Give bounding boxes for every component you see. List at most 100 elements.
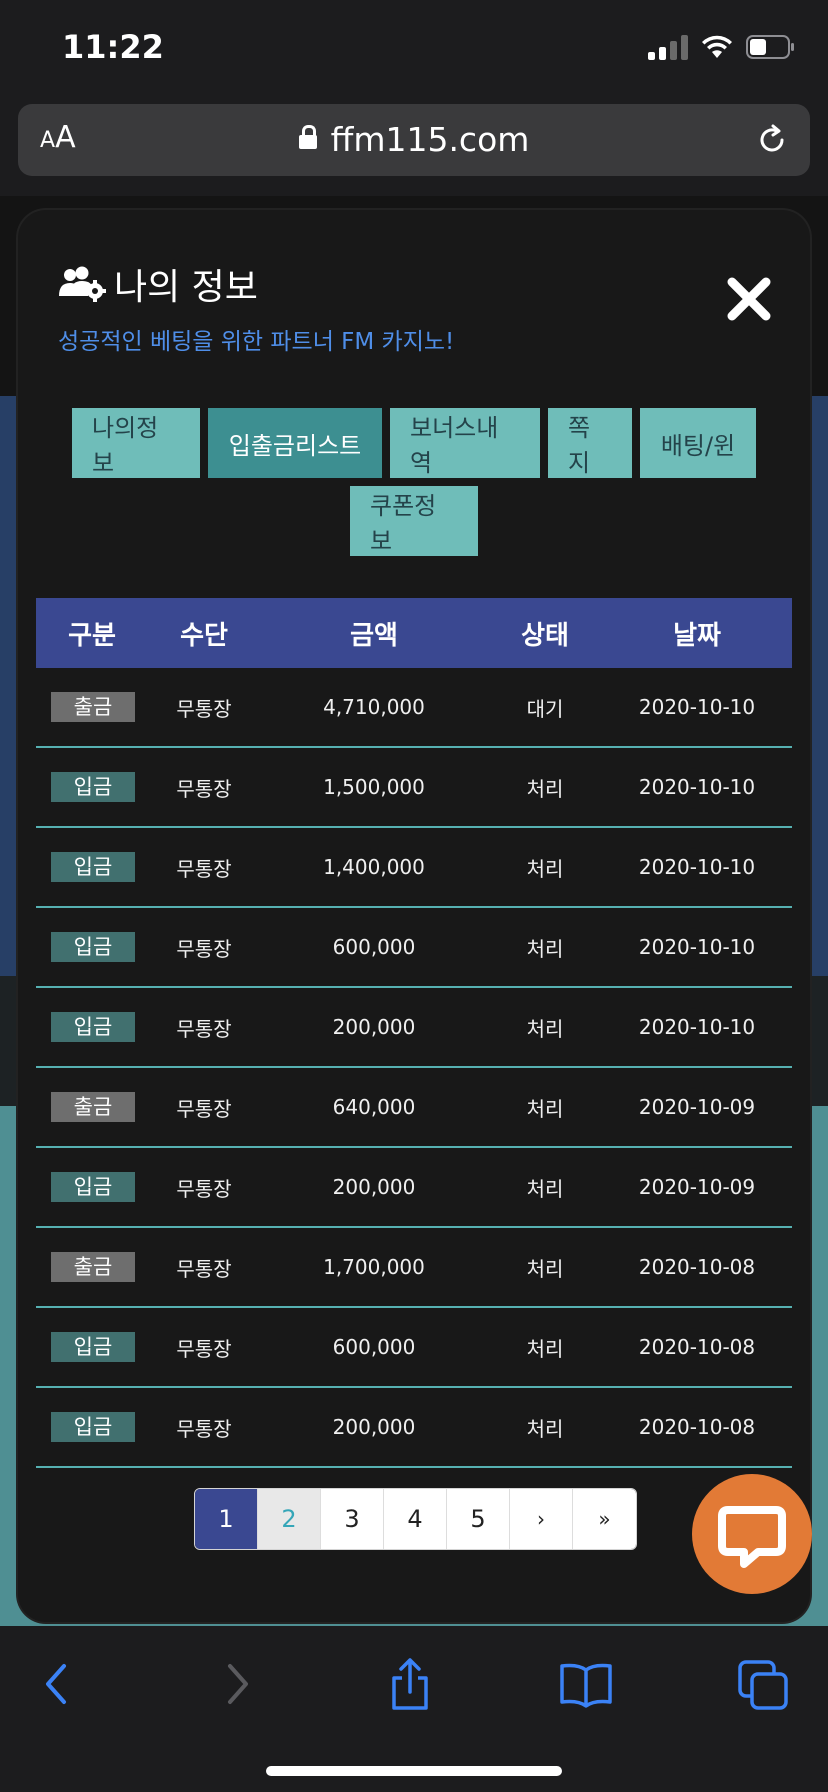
modal-subtitle: 성공적인 베팅을 위한 파트너 FM 카지노! — [58, 329, 455, 355]
page-button-1[interactable]: 1 — [195, 1489, 258, 1549]
reload-icon[interactable] — [754, 122, 790, 158]
pagination: 1 2 3 4 5 › » — [194, 1488, 637, 1550]
page-button-2[interactable]: 2 — [258, 1489, 321, 1549]
date-cell: 2020-10-10 — [638, 935, 756, 959]
table-row: 입금 무통장 200,000 처리 2020-10-10 — [36, 988, 792, 1068]
date-cell: 2020-10-09 — [638, 1095, 756, 1119]
date-cell: 2020-10-10 — [638, 855, 756, 879]
my-info-modal: 나의 정보 성공적인 베팅을 위한 파트너 FM 카지노! 나의정보 입출금리스… — [18, 210, 810, 1622]
status-cell: 대기 — [526, 696, 564, 721]
share-icon[interactable] — [382, 1656, 438, 1712]
type-badge: 입금 — [51, 772, 135, 802]
amount-cell: 4,710,000 — [323, 695, 425, 719]
header-status: 상태 — [521, 620, 569, 651]
type-badge: 출금 — [51, 1252, 135, 1282]
table-row: 입금 무통장 200,000 처리 2020-10-09 — [36, 1148, 792, 1228]
method-cell: 무통장 — [176, 1256, 232, 1281]
tab-my-info[interactable]: 나의정보 — [72, 408, 200, 478]
last-page-button[interactable]: » — [573, 1489, 636, 1549]
status-cell: 처리 — [526, 1016, 564, 1041]
amount-cell: 200,000 — [332, 1015, 416, 1039]
amount-cell: 600,000 — [332, 1335, 416, 1359]
browser-address-area: AA ffm115.com — [0, 96, 828, 196]
date-cell: 2020-10-09 — [638, 1175, 756, 1199]
header-amount: 금액 — [350, 620, 398, 651]
page-button-5[interactable]: 5 — [447, 1489, 510, 1549]
amount-cell: 1,700,000 — [323, 1255, 425, 1279]
address-bar[interactable]: AA ffm115.com — [18, 104, 810, 176]
modal-header: 나의 정보 성공적인 베팅을 위한 파트너 FM 카지노! — [58, 258, 454, 356]
status-icons — [648, 34, 796, 60]
method-cell: 무통장 — [176, 1416, 232, 1441]
date-cell: 2020-10-10 — [638, 695, 756, 719]
header-type: 구분 — [68, 620, 116, 651]
status-cell: 처리 — [526, 1096, 564, 1121]
next-page-button[interactable]: › — [510, 1489, 573, 1549]
method-cell: 무통장 — [176, 1096, 232, 1121]
table-row: 입금 무통장 1,400,000 처리 2020-10-10 — [36, 828, 792, 908]
tab-coupon-info[interactable]: 쿠폰정보 — [350, 486, 478, 556]
table-row: 입금 무통장 600,000 처리 2020-10-10 — [36, 908, 792, 988]
table-row: 입금 무통장 600,000 처리 2020-10-08 — [36, 1308, 792, 1388]
table-row: 출금 무통장 1,700,000 처리 2020-10-08 — [36, 1228, 792, 1308]
tab-bonus-history[interactable]: 보너스내역 — [390, 408, 540, 478]
date-cell: 2020-10-10 — [638, 775, 756, 799]
table-row: 입금 무통장 200,000 처리 2020-10-08 — [36, 1388, 792, 1468]
status-cell: 처리 — [526, 1336, 564, 1361]
back-icon[interactable] — [30, 1656, 86, 1712]
tab-bar: 나의정보 입출금리스트 보너스내역 쪽지 배팅/윈 쿠폰정보 — [18, 408, 810, 556]
url-text: ffm115.com — [330, 120, 530, 159]
status-bar: 11:22 — [0, 0, 828, 96]
page-button-3[interactable]: 3 — [321, 1489, 384, 1549]
status-cell: 처리 — [526, 776, 564, 801]
amount-cell: 600,000 — [332, 935, 416, 959]
method-cell: 무통장 — [176, 1336, 232, 1361]
method-cell: 무통장 — [176, 696, 232, 721]
type-badge: 입금 — [51, 852, 135, 882]
amount-cell: 1,400,000 — [323, 855, 425, 879]
type-badge: 입금 — [51, 932, 135, 962]
method-cell: 무통장 — [176, 936, 232, 961]
type-badge: 입금 — [51, 1412, 135, 1442]
method-cell: 무통장 — [176, 1176, 232, 1201]
amount-cell: 1,500,000 — [323, 775, 425, 799]
method-cell: 무통장 — [176, 856, 232, 881]
home-indicator — [266, 1766, 562, 1776]
modal-title: 나의 정보 — [114, 267, 258, 308]
header-date: 날짜 — [673, 620, 721, 651]
page-button-4[interactable]: 4 — [384, 1489, 447, 1549]
amount-cell: 200,000 — [332, 1415, 416, 1439]
date-cell: 2020-10-08 — [638, 1255, 756, 1279]
cellular-signal-icon — [648, 34, 688, 60]
live-chat-button[interactable] — [692, 1474, 812, 1594]
lock-icon — [298, 125, 317, 149]
url-display[interactable]: ffm115.com — [18, 120, 810, 159]
tab-betting-win[interactable]: 배팅/윈 — [640, 408, 756, 478]
date-cell: 2020-10-10 — [638, 1015, 756, 1039]
chat-bubble-icon — [718, 1506, 786, 1568]
status-cell: 처리 — [526, 1176, 564, 1201]
amount-cell: 640,000 — [332, 1095, 416, 1119]
forward-icon[interactable] — [208, 1656, 264, 1712]
table-row: 출금 무통장 4,710,000 대기 2020-10-10 — [36, 668, 792, 748]
method-cell: 무통장 — [176, 776, 232, 801]
header-method: 수단 — [180, 620, 228, 651]
bookmarks-icon[interactable] — [558, 1656, 614, 1712]
tab-deposit-withdrawal-list[interactable]: 입출금리스트 — [208, 408, 382, 478]
type-badge: 입금 — [51, 1332, 135, 1362]
close-icon[interactable] — [726, 276, 772, 322]
date-cell: 2020-10-08 — [638, 1335, 756, 1359]
tabs-icon[interactable] — [736, 1656, 792, 1712]
type-badge: 출금 — [51, 692, 135, 722]
status-cell: 처리 — [526, 856, 564, 881]
status-time: 11:22 — [62, 28, 164, 66]
tab-messages[interactable]: 쪽지 — [548, 408, 632, 478]
transaction-table: 구분 수단 금액 상태 날짜 출금 무통장 4,710,000 대기 2020-… — [36, 598, 792, 1468]
table-header: 구분 수단 금액 상태 날짜 — [36, 598, 792, 668]
amount-cell: 200,000 — [332, 1175, 416, 1199]
battery-icon — [746, 35, 794, 59]
method-cell: 무통장 — [176, 1016, 232, 1041]
table-row: 출금 무통장 640,000 처리 2020-10-09 — [36, 1068, 792, 1148]
date-cell: 2020-10-08 — [638, 1415, 756, 1439]
type-badge: 입금 — [51, 1012, 135, 1042]
